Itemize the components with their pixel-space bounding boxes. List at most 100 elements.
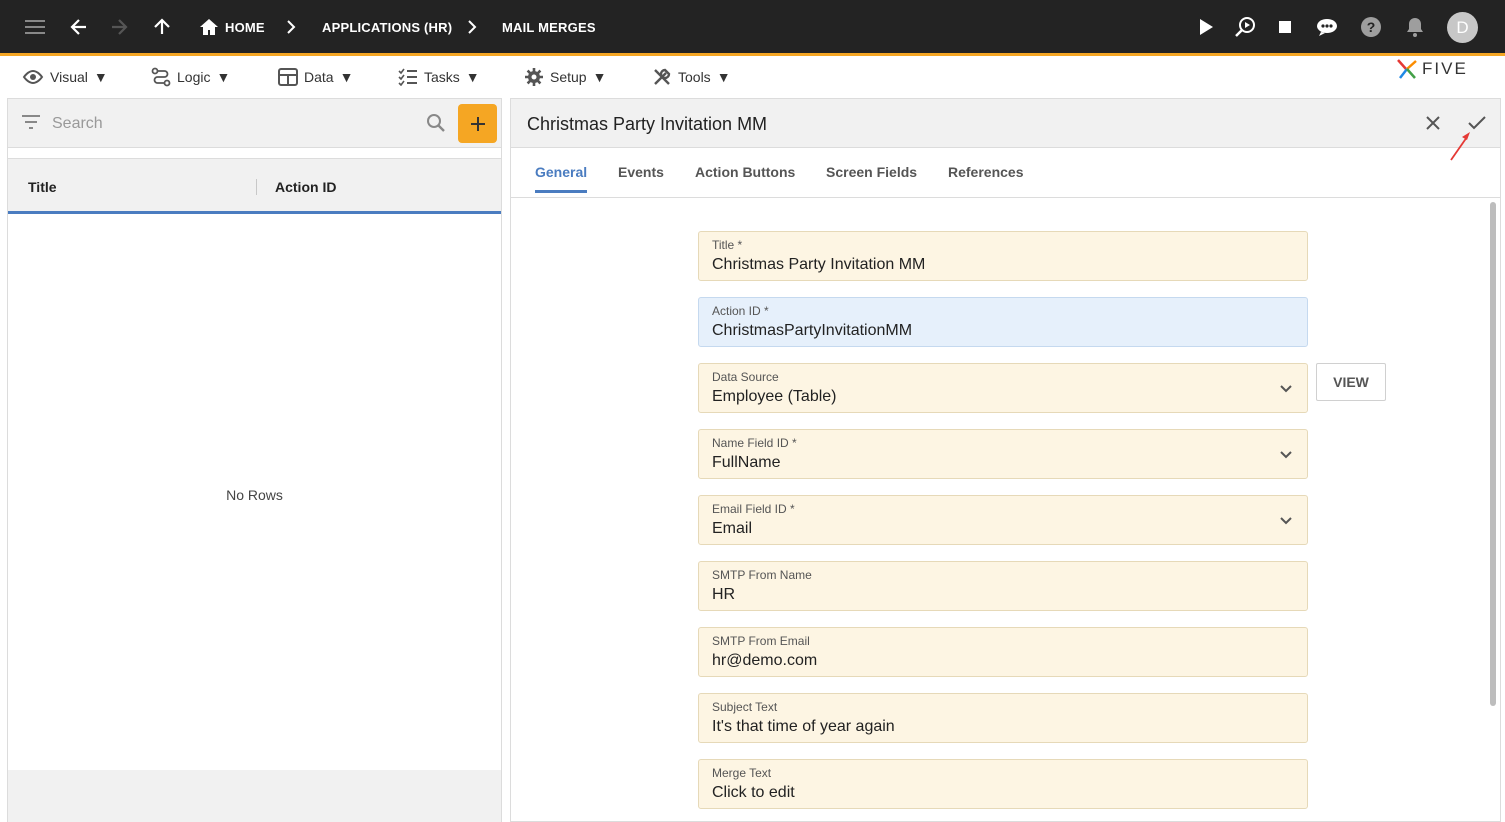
field-label: Title * (712, 238, 743, 252)
menu-visual[interactable]: Visual ▼ (22, 64, 108, 90)
filter-icon[interactable] (21, 114, 41, 135)
menu-setup[interactable]: Setup ▼ (524, 64, 606, 90)
svg-text:?: ? (1367, 19, 1376, 35)
search-input[interactable] (52, 113, 412, 135)
field-value: Email (712, 520, 753, 537)
data-source-select[interactable]: Data Source Employee (Table) (698, 363, 1308, 413)
search-bar (8, 99, 501, 148)
hamburger-menu-icon[interactable] (22, 14, 48, 40)
list-footer (8, 770, 501, 822)
breadcrumb-home[interactable]: HOME (225, 20, 265, 35)
chat-bot-icon[interactable] (1314, 14, 1340, 40)
menu-tools[interactable]: Tools ▼ (652, 64, 731, 90)
field-label: Subject Text (712, 700, 778, 714)
form-scrollbar[interactable] (1488, 200, 1498, 820)
menu-data[interactable]: Data ▼ (278, 64, 353, 90)
chevron-down-icon (1280, 385, 1292, 393)
home-icon[interactable] (196, 14, 222, 40)
email-field-id-select[interactable]: Email Field ID * Email (698, 495, 1308, 545)
breadcrumb-mail-merges[interactable]: MAIL MERGES (502, 20, 596, 35)
tab-general[interactable]: General (535, 164, 588, 193)
tasks-icon (398, 68, 417, 86)
back-arrow-icon[interactable] (66, 14, 92, 40)
menu-tasks-label: Tasks (424, 69, 460, 85)
column-divider (256, 179, 257, 195)
form-header: Christmas Party Invitation MM (511, 99, 1500, 148)
chevron-right-icon (278, 14, 304, 40)
stop-icon[interactable] (1272, 14, 1298, 40)
tab-references[interactable]: References (948, 164, 1024, 193)
subject-text-field[interactable]: Subject Text It's that time of year agai… (698, 693, 1308, 743)
smtp-from-name-field[interactable]: SMTP From Name HR (698, 561, 1308, 611)
field-value: hr@demo.com (712, 652, 818, 669)
field-value: Click to edit (712, 784, 795, 801)
dropdown-caret-icon: ▼ (592, 69, 607, 85)
field-value: FullName (712, 454, 781, 471)
add-button[interactable] (458, 104, 497, 143)
logo-text: FIVE (1422, 59, 1468, 78)
field-label: SMTP From Name (712, 568, 812, 582)
list-panel: Title Action ID No Rows (7, 98, 502, 822)
empty-list-text: No Rows (226, 487, 283, 503)
dropdown-caret-icon: ▼ (339, 69, 354, 85)
table-icon (278, 68, 298, 86)
tab-events[interactable]: Events (618, 164, 664, 193)
column-header-action-id[interactable]: Action ID (275, 179, 336, 195)
list-header: Title Action ID (8, 158, 501, 214)
chevron-down-icon (1280, 517, 1292, 525)
field-value: Employee (Table) (712, 388, 837, 405)
logic-icon (151, 67, 171, 87)
forward-arrow-icon[interactable] (106, 14, 132, 40)
menu-data-label: Data (304, 69, 334, 85)
field-label: Action ID * (712, 304, 769, 318)
menu-tasks[interactable]: Tasks ▼ (398, 64, 480, 90)
field-value: ChristmasPartyInvitationMM (712, 322, 913, 339)
plus-icon (470, 116, 485, 131)
menu-visual-label: Visual (50, 69, 88, 85)
menu-bar: Visual ▼ Logic ▼ Data ▼ Tasks ▼ Setup ▼ … (0, 56, 1505, 98)
merge-text-field[interactable]: Merge Text Click to edit (698, 759, 1308, 809)
gear-icon (525, 68, 543, 86)
menu-logic-label: Logic (177, 69, 211, 85)
menu-setup-label: Setup (550, 69, 587, 85)
tools-icon (654, 68, 671, 85)
avatar[interactable]: D (1447, 12, 1478, 43)
search-icon[interactable] (426, 113, 446, 138)
scrollbar-thumb[interactable] (1490, 202, 1496, 706)
action-id-field[interactable]: Action ID * ChristmasPartyInvitationMM (698, 297, 1308, 347)
bell-icon[interactable] (1402, 14, 1428, 40)
help-icon[interactable]: ? (1358, 14, 1384, 40)
menu-tools-label: Tools (678, 69, 711, 85)
up-arrow-icon[interactable] (149, 14, 175, 40)
chevron-right-icon (459, 14, 485, 40)
close-icon[interactable] (1421, 111, 1445, 135)
tab-action-buttons[interactable]: Action Buttons (695, 164, 795, 193)
field-value: Christmas Party Invitation MM (712, 256, 926, 273)
title-field[interactable]: Title * Christmas Party Invitation MM (698, 231, 1308, 281)
breadcrumb-applications[interactable]: APPLICATIONS (HR) (322, 20, 452, 35)
form-title: Christmas Party Invitation MM (527, 114, 768, 134)
five-logo: FIVE (1396, 58, 1468, 80)
column-header-title[interactable]: Title (28, 179, 57, 195)
menu-logic[interactable]: Logic ▼ (151, 64, 230, 90)
smtp-from-email-field[interactable]: SMTP From Email hr@demo.com (698, 627, 1308, 677)
field-label: Merge Text (712, 766, 772, 780)
field-label: SMTP From Email (712, 634, 810, 648)
field-label: Name Field ID * (712, 436, 797, 450)
tab-screen-fields[interactable]: Screen Fields (826, 164, 917, 193)
play-icon[interactable] (1193, 14, 1219, 40)
five-logo-icon (1397, 59, 1417, 79)
field-value: It's that time of year again (712, 718, 895, 735)
search-run-icon[interactable] (1232, 14, 1258, 40)
form-tabs: General Events Action Buttons Screen Fie… (511, 148, 1500, 198)
eye-icon (22, 69, 44, 85)
dropdown-caret-icon: ▼ (465, 69, 480, 85)
name-field-id-select[interactable]: Name Field ID * FullName (698, 429, 1308, 479)
field-value: HR (712, 586, 736, 603)
field-label: Data Source (712, 370, 779, 384)
dropdown-caret-icon: ▼ (93, 69, 108, 85)
form-panel: Christmas Party Invitation MM General Ev… (510, 98, 1501, 822)
field-label: Email Field ID * (712, 502, 795, 516)
view-button[interactable]: VIEW (1316, 363, 1386, 401)
chevron-down-icon (1280, 451, 1292, 459)
